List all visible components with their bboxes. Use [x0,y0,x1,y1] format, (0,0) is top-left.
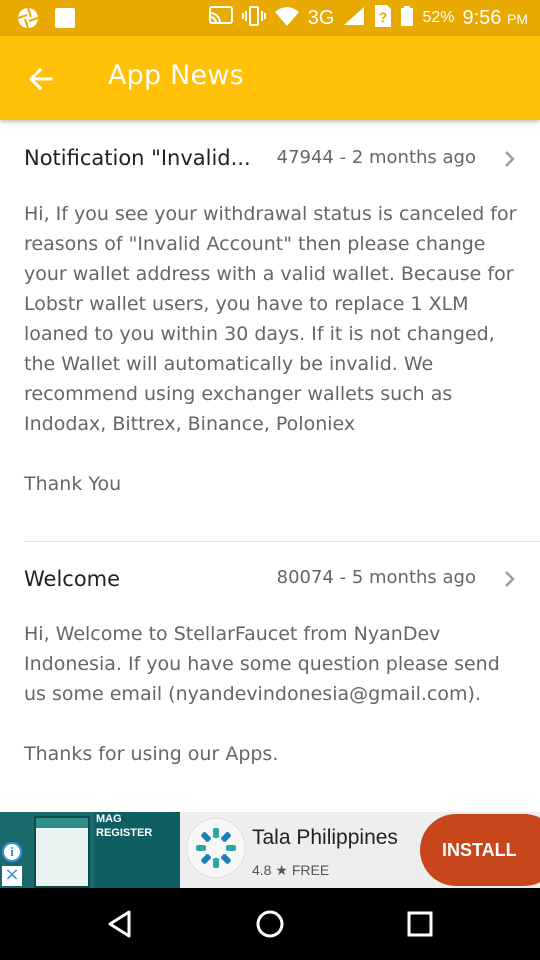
ad-price: FREE [291,862,330,878]
chevron-right-icon [505,151,515,167]
status-bar: 3G ? 52% 9:56 PM [0,0,540,36]
star-icon: ★ [275,862,288,878]
ad-rating: 4.8 ★ FREE [252,862,329,879]
aperture-icon [16,6,40,34]
clock-ampm: PM [507,10,528,27]
news-item-body: Hi, Welcome to StellarFaucet from NyanDe… [24,623,500,765]
news-item-meta: 47944 - 2 months ago [276,147,476,168]
ad-app-logo[interactable] [186,818,246,878]
ad-rating-value: 4.8 [252,862,272,878]
svg-text:?: ? [379,9,388,25]
triangle-back-icon [108,910,131,938]
signal-icon [342,5,366,32]
nav-home-button[interactable] [246,900,294,948]
network-type: 3G [307,6,335,29]
clock: 9:56 PM [463,7,529,30]
ad-banner[interactable]: MAG REGISTER i × Tala Philippines 4.8 ★ … [0,812,540,888]
news-item-title: Notification "Invalid... [24,146,251,170]
battery-level: 52% [422,9,455,26]
square-recents-icon [407,911,433,937]
tala-logo-icon [196,828,236,868]
app-toolbar: App News [0,36,540,120]
nav-back-button[interactable] [96,900,144,948]
system-nav-bar [0,888,540,960]
page-title: App News [108,60,244,91]
arrow-left-icon [28,67,53,91]
ad-app-name[interactable]: Tala Philippines [252,826,398,850]
status-bar-left [16,6,76,34]
vibrate-icon [241,5,266,32]
ad-image-text-line2: REGISTER [96,827,153,839]
nav-recents-button[interactable] [396,900,444,948]
sim-unknown-icon: ? [374,4,392,33]
install-button[interactable]: INSTALL [420,814,540,886]
status-bar-right: 3G ? 52% 9:56 PM [208,0,528,36]
back-button[interactable] [20,58,62,100]
news-item-body: Hi, If you see your withdrawal status is… [24,203,517,495]
news-item-title: Welcome [24,567,121,591]
battery-icon [400,5,414,32]
clock-time: 9:56 [462,6,502,29]
cast-icon [208,5,234,32]
chevron-right-icon [505,571,515,587]
news-divider [24,541,540,542]
ad-image-text: MAG REGISTER [96,812,176,840]
wifi-icon [274,5,300,32]
circle-home-icon [256,910,284,938]
ad-phone-graphic [34,816,90,888]
ad-info-icon[interactable]: i [2,842,22,862]
ad-image-text-line1: MAG [96,813,122,825]
news-list[interactable]: Notification "Invalid... 47944 - 2 month… [0,120,540,812]
news-item-meta: 80074 - 5 months ago [276,567,476,588]
notification-square-icon [54,7,76,33]
ad-image[interactable]: MAG REGISTER [0,812,180,888]
ad-close-icon[interactable]: × [2,866,22,886]
